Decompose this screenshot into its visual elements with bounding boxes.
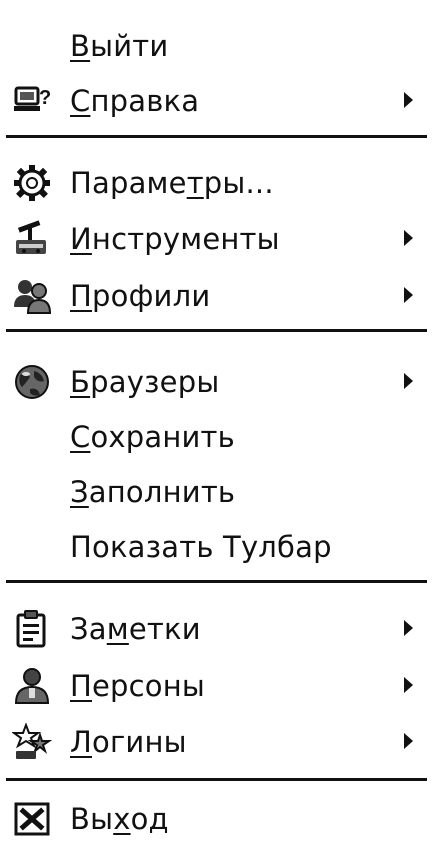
menu-item-label: Заметки — [70, 612, 201, 646]
menu-item-logout[interactable]: Выйти — [0, 20, 433, 72]
exit-icon — [12, 800, 52, 838]
menu-item-help[interactable]: ? Справка — [0, 75, 433, 127]
menu-item-settings[interactable]: Параметры... — [0, 157, 433, 209]
menu-item-label: Профили — [70, 279, 211, 313]
submenu-arrow-icon — [404, 287, 413, 303]
menu-item-label: Логины — [70, 725, 187, 759]
menu-separator — [6, 329, 427, 332]
menu-item-label: Справка — [70, 84, 200, 118]
notes-icon — [12, 610, 52, 648]
menu-separator — [6, 135, 427, 138]
menu-item-label: Выйти — [70, 29, 169, 63]
menu-item-label: Инструменты — [70, 222, 280, 256]
menu-item-persons[interactable]: Персоны — [0, 660, 433, 712]
menu-item-browsers[interactable]: Браузеры — [0, 356, 433, 408]
persons-icon — [12, 667, 52, 705]
menu-item-save[interactable]: Сохранить — [0, 411, 433, 463]
menu-item-label: Выход — [70, 802, 169, 836]
submenu-arrow-icon — [404, 92, 413, 108]
menu-item-notes[interactable]: Заметки — [0, 603, 433, 655]
submenu-arrow-icon — [404, 733, 413, 749]
profiles-icon — [12, 277, 52, 315]
menu-item-label: Заполнить — [70, 475, 236, 509]
menu-item-profiles[interactable]: Профили — [0, 270, 433, 322]
menu-item-label: Браузеры — [70, 365, 220, 399]
menu-item-logins[interactable]: Логины — [0, 716, 433, 768]
menu-item-show-toolbar[interactable]: Показать Тулбар — [0, 521, 433, 573]
svg-text:?: ? — [39, 87, 51, 109]
submenu-arrow-icon — [404, 373, 413, 389]
menu-item-label: Показать Тулбар — [70, 530, 332, 564]
menu-separator — [6, 778, 427, 781]
help-icon: ? — [12, 82, 52, 120]
menu-item-exit[interactable]: Выход — [0, 793, 433, 845]
globe-icon — [12, 363, 52, 401]
menu-item-label: Сохранить — [70, 420, 235, 454]
submenu-arrow-icon — [404, 677, 413, 693]
context-menu: Выйти ? Справка Параметры... Инструменты… — [0, 0, 433, 838]
menu-item-fill[interactable]: Заполнить — [0, 466, 433, 518]
gear-icon — [12, 164, 52, 202]
submenu-arrow-icon — [404, 620, 413, 636]
menu-item-label: Параметры... — [70, 166, 274, 200]
tools-icon — [12, 220, 52, 258]
menu-item-tools[interactable]: Инструменты — [0, 213, 433, 265]
submenu-arrow-icon — [404, 230, 413, 246]
menu-separator — [6, 580, 427, 583]
logins-icon — [12, 723, 52, 761]
menu-item-label: Персоны — [70, 669, 206, 703]
